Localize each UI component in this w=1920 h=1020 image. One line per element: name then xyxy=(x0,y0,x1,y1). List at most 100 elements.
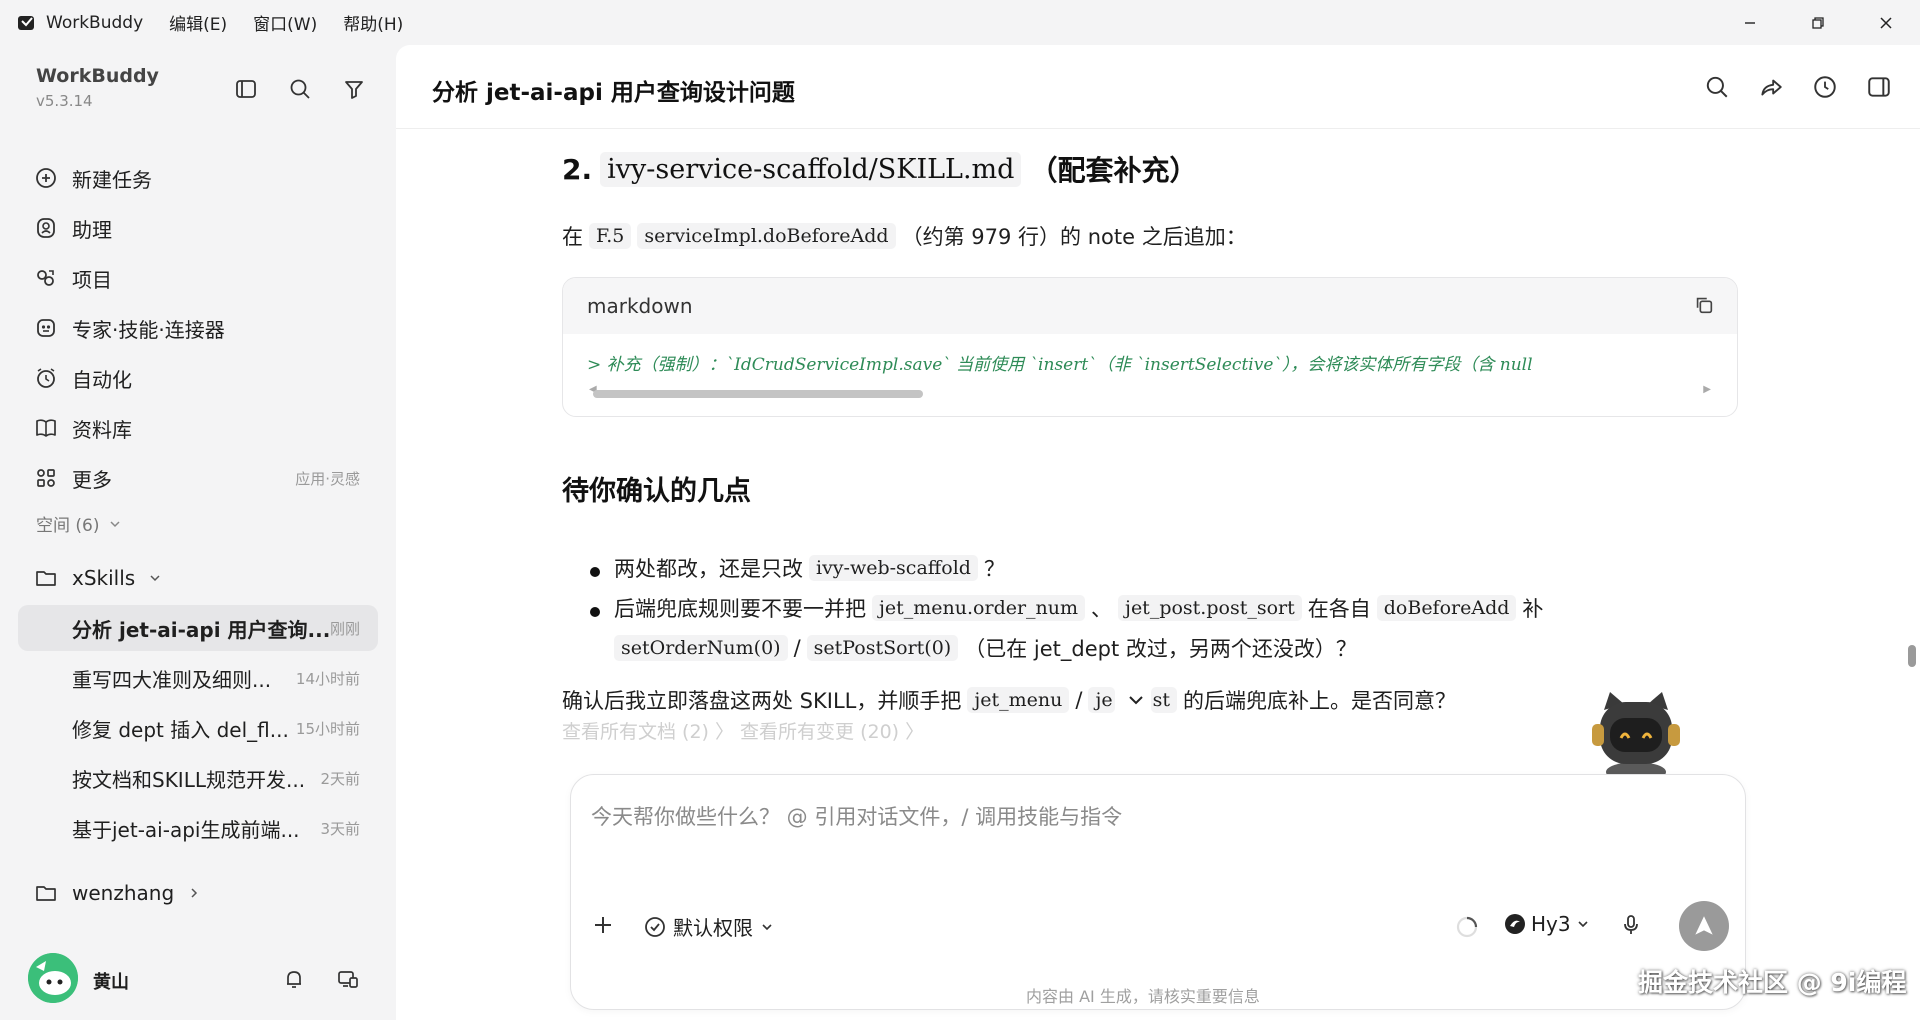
task-item[interactable]: 按文档和SKILL规范开发... 2天前 xyxy=(18,755,378,801)
copy-code-button[interactable] xyxy=(1693,294,1717,318)
composer-placeholder[interactable]: 今天帮你做些什么？ @ 引用对话文件，/ 调用技能与指令 xyxy=(591,801,1122,831)
scroll-right-icon[interactable]: ▶ xyxy=(1703,384,1711,395)
final-paragraph: 确认后我立即落盘这两处 SKILL，并顺手把 jet_menu / je st … xyxy=(562,685,1456,715)
task-title: 基于jet-ai-api生成前端... xyxy=(72,817,300,842)
history-button[interactable] xyxy=(1810,72,1840,102)
permission-label: 默认权限 xyxy=(673,916,753,940)
toggle-panel-button[interactable] xyxy=(1864,72,1894,102)
bullet-dot xyxy=(590,607,600,617)
space-header[interactable]: 空间 (6) xyxy=(36,511,123,536)
nav-label: 项目 xyxy=(72,267,112,292)
inline-code: serviceImpl.doBeforeAdd xyxy=(637,223,896,249)
task-title: 按文档和SKILL规范开发... xyxy=(72,767,306,792)
nav-label: 更多 xyxy=(72,467,112,492)
text: ？ xyxy=(983,557,1005,581)
chevron-right-icon xyxy=(191,888,198,898)
toggle-sidebar-button[interactable] xyxy=(230,73,262,105)
model-logo-icon xyxy=(1505,914,1525,934)
nav-new-task[interactable]: 新建任务 xyxy=(18,155,378,201)
close-icon xyxy=(1880,16,1892,29)
folder-xskills[interactable]: xSkills xyxy=(18,555,378,601)
nav-assistant[interactable]: 助理 xyxy=(18,205,378,251)
folder-wenzhang[interactable]: wenzhang xyxy=(18,870,378,916)
notifications-button[interactable] xyxy=(280,965,308,993)
text: / xyxy=(1075,688,1083,712)
assistant-icon xyxy=(32,214,60,242)
minimize-button[interactable] xyxy=(1716,0,1784,45)
mascot-robot-icon[interactable] xyxy=(1586,680,1686,785)
loading-spinner-icon xyxy=(1455,915,1479,939)
alarm-clock-icon xyxy=(32,364,60,392)
text: 的后端兜底补上。是否同意？ xyxy=(1183,689,1456,713)
voice-input-button[interactable] xyxy=(1619,913,1643,937)
text: 在 xyxy=(562,225,583,249)
task-item[interactable]: 重写四大准则及细则... 14小时前 xyxy=(18,655,378,701)
message-composer[interactable]: 今天帮你做些什么？ @ 引用对话文件，/ 调用技能与指令 默认权限 Hy3 xyxy=(570,774,1746,1010)
inline-code: jet_menu xyxy=(967,687,1070,713)
text: 确认后我立即落盘这两处 SKILL，并顺手把 xyxy=(562,689,962,713)
code-line: > 补充（强制）：`IdCrudServiceImpl.save` 当前使用 `… xyxy=(587,355,1533,375)
menu-help[interactable]: 帮助(H) xyxy=(343,10,403,35)
model-selector[interactable]: Hy3 xyxy=(1503,912,1591,936)
bullet-item: 两处都改，还是只改 ivy-web-scaffold ？ xyxy=(614,553,1005,583)
folder-label: xSkills xyxy=(72,566,136,590)
task-item[interactable]: 修复 dept 插入 del_fl... 15小时前 xyxy=(18,705,378,751)
close-button[interactable] xyxy=(1852,0,1920,45)
sidebar: WorkBuddy v5.3.14 新建任务 助理 项目 专家·技能·连接器 自… xyxy=(0,45,396,1020)
filter-icon xyxy=(345,81,363,99)
share-icon xyxy=(1761,79,1782,96)
restore-button[interactable] xyxy=(1784,0,1852,45)
text: / xyxy=(793,636,801,660)
nav-project[interactable]: 项目 xyxy=(18,255,378,301)
app-name: WorkBuddy xyxy=(46,12,144,33)
text: 补 xyxy=(1522,597,1544,621)
expert-icon xyxy=(32,314,60,342)
filter-button[interactable] xyxy=(338,73,370,105)
message-content: 2. ivy-service-scaffold/SKILL.md （配套补充） … xyxy=(562,129,1762,769)
chevron-down-icon xyxy=(1128,696,1143,705)
right-panel-icon xyxy=(1868,77,1890,97)
folder-label: wenzhang xyxy=(72,881,175,905)
section-number: 2. xyxy=(562,152,593,186)
search-icon xyxy=(1706,76,1728,98)
nav-automation[interactable]: 自动化 xyxy=(18,355,378,401)
space-header-label: 空间 (6) xyxy=(36,516,100,536)
book-icon xyxy=(32,414,60,442)
permission-dropdown[interactable]: 默认权限 xyxy=(643,912,775,941)
task-item[interactable]: 基于jet-ai-api生成前端... 3天前 xyxy=(18,805,378,851)
sidebar-search-button[interactable] xyxy=(284,73,316,105)
brand-name: WorkBuddy xyxy=(36,65,159,87)
code-language: markdown xyxy=(563,278,1737,334)
devices-button[interactable] xyxy=(334,965,362,993)
nav-label: 专家·技能·连接器 xyxy=(72,317,225,342)
task-item-active[interactable]: 分析 jet-ai-api 用户查询... 刚刚 xyxy=(18,605,378,651)
nav-experts[interactable]: 专家·技能·连接器 xyxy=(18,305,378,351)
conversation-header: 分析 jet-ai-api 用户查询设计问题 xyxy=(396,45,1920,129)
faded-links: 查看所有文档 (2) 〉 查看所有变更 (20) 〉 xyxy=(562,721,925,743)
app-version: v5.3.14 xyxy=(36,92,93,110)
bullet-item-continued: setOrderNum(0) / setPostSort(0) （已在 jet_… xyxy=(614,633,1357,663)
menu-edit[interactable]: 编辑(E) xyxy=(169,10,227,35)
avatar[interactable] xyxy=(28,953,78,1003)
nav-more[interactable]: 更多 应用·灵感 xyxy=(18,455,378,501)
content-scrollbar[interactable] xyxy=(1908,645,1916,667)
menu-window[interactable]: 窗口(W) xyxy=(253,10,317,35)
inline-code: doBeforeAdd xyxy=(1376,595,1517,621)
chevron-down-icon xyxy=(110,520,121,527)
section-suffix: （配套补充） xyxy=(1029,154,1198,187)
ai-disclaimer: 内容由 AI 生成，请核实重要信息 xyxy=(1026,987,1260,1006)
task-title: 修复 dept 插入 del_fl... xyxy=(72,717,289,742)
scroll-to-bottom-button[interactable] xyxy=(1120,685,1151,715)
grid-icon xyxy=(32,464,60,492)
task-title: 分析 jet-ai-api 用户查询... xyxy=(72,617,331,642)
inline-code: ivy-service-scaffold/SKILL.md xyxy=(600,151,1022,187)
confirm-heading: 待你确认的几点 xyxy=(562,476,751,507)
share-button[interactable] xyxy=(1756,72,1786,102)
nav-library[interactable]: 资料库 xyxy=(18,405,378,451)
send-button[interactable] xyxy=(1679,901,1729,951)
search-conversation-button[interactable] xyxy=(1702,72,1732,102)
inline-code: ivy-web-scaffold xyxy=(809,555,978,581)
user-bar: 黄山 xyxy=(0,943,396,1020)
code-scrollbar[interactable] xyxy=(593,390,923,398)
add-attachment-button[interactable] xyxy=(591,913,615,937)
